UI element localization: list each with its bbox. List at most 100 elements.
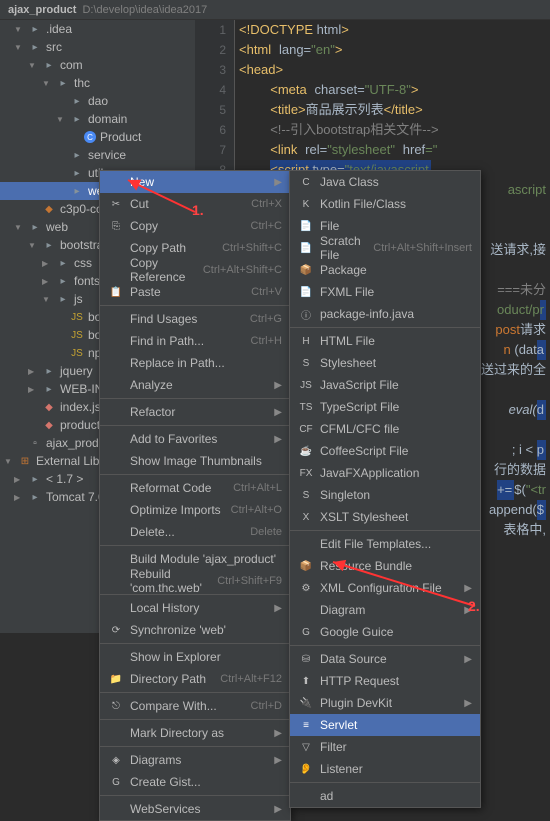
menu-item-delete-[interactable]: Delete...Delete: [100, 521, 290, 543]
context-menu-main[interactable]: New▶✂CutCtrl+X⎘CopyCtrl+CCopy PathCtrl+S…: [99, 170, 291, 821]
menu-item-label: TypeScript File: [320, 400, 472, 414]
tree-item-dao[interactable]: ▸dao: [0, 92, 195, 110]
menu-item-analyze[interactable]: Analyze▶: [100, 374, 290, 396]
menu-item-filter[interactable]: ▽Filter: [290, 736, 480, 758]
menu-item-icon: K: [298, 196, 314, 212]
tree-arrow-icon: ▼: [14, 25, 24, 34]
menu-item-new[interactable]: New▶: [100, 171, 290, 193]
menu-shortcut: Ctrl+Alt+Shift+Insert: [373, 242, 472, 254]
menu-item-icon: 📦: [298, 558, 314, 574]
menu-item-label: Plugin DevKit: [320, 696, 464, 710]
menu-item-label: Synchronize 'web': [130, 623, 282, 637]
menu-item-icon: TS: [298, 399, 314, 415]
menu-item-icon: G: [298, 624, 314, 640]
menu-item-find-usages[interactable]: Find UsagesCtrl+G: [100, 308, 290, 330]
menu-item-file[interactable]: 📄File: [290, 215, 480, 237]
menu-item-show-image-thumbnails[interactable]: Show Image Thumbnails: [100, 450, 290, 472]
menu-separator: [290, 782, 480, 783]
menu-item-directory-path[interactable]: 📁Directory PathCtrl+Alt+F12: [100, 668, 290, 690]
menu-item-http-request[interactable]: ⬆HTTP Request: [290, 670, 480, 692]
menu-item-add-to-favorites[interactable]: Add to Favorites▶: [100, 428, 290, 450]
menu-item-xslt-stylesheet[interactable]: XXSLT Stylesheet: [290, 506, 480, 528]
menu-separator: [100, 719, 290, 720]
menu-item-plugin-devkit[interactable]: 🔌Plugin DevKit▶: [290, 692, 480, 714]
menu-item-label: Add to Favorites: [130, 432, 274, 446]
menu-item-refactor[interactable]: Refactor▶: [100, 401, 290, 423]
menu-item-replace-in-path-[interactable]: Replace in Path...: [100, 352, 290, 374]
menu-item-data-source[interactable]: ⛁Data Source▶: [290, 648, 480, 670]
menu-item-icon: [298, 536, 314, 552]
js-icon: JS: [70, 346, 84, 360]
menu-shortcut: Ctrl+C: [251, 220, 282, 232]
tree-item-src[interactable]: ▼▸src: [0, 38, 195, 56]
tree-item--idea[interactable]: ▼▸.idea: [0, 20, 195, 38]
menu-item-typescript-file[interactable]: TS TypeScript File: [290, 396, 480, 418]
menu-item-icon: [108, 333, 124, 349]
menu-item-singleton[interactable]: SSingleton: [290, 484, 480, 506]
menu-item-package-info-java[interactable]: ⓘpackage-info.java: [290, 303, 480, 325]
menu-item-html-file[interactable]: HHTML File: [290, 330, 480, 352]
menu-item-stylesheet[interactable]: SStylesheet: [290, 352, 480, 374]
menu-item-resource-bundle[interactable]: 📦Resource Bundle: [290, 555, 480, 577]
menu-item-kotlin-file-class[interactable]: KKotlin File/Class: [290, 193, 480, 215]
folder-icon: ▸: [28, 40, 42, 54]
menu-item-diagram[interactable]: Diagram▶: [290, 599, 480, 621]
tree-item-product[interactable]: C Product: [0, 128, 195, 146]
menu-item-optimize-imports[interactable]: Optimize ImportsCtrl+Alt+O: [100, 499, 290, 521]
submenu-arrow-icon: ▶: [274, 603, 282, 614]
menu-item-javascript-file[interactable]: JSJavaScript File: [290, 374, 480, 396]
menu-item-synchronize-web-[interactable]: ⟳Synchronize 'web': [100, 619, 290, 641]
menu-item-rebuild-com-thc-web-[interactable]: Rebuild 'com.thc.web'Ctrl+Shift+F9: [100, 570, 290, 592]
menu-item-icon: ≡: [298, 717, 314, 733]
menu-item-label: Refactor: [130, 405, 274, 419]
menu-item-label: Package: [320, 263, 472, 277]
tree-label: Product: [100, 130, 141, 144]
tree-item-thc[interactable]: ▼▸thc: [0, 74, 195, 92]
menu-item-listener[interactable]: 👂Listener: [290, 758, 480, 780]
folder-icon: ▸: [70, 166, 84, 180]
menu-item-copy-reference[interactable]: Copy ReferenceCtrl+Alt+Shift+C: [100, 259, 290, 281]
line-number: 4: [195, 80, 234, 100]
submenu-arrow-icon: ▶: [274, 804, 282, 815]
menu-item-webservices[interactable]: WebServices▶: [100, 798, 290, 820]
menu-item-diagrams[interactable]: ◈Diagrams▶: [100, 749, 290, 771]
menu-separator: [290, 645, 480, 646]
menu-item-show-in-explorer[interactable]: Show in Explorer: [100, 646, 290, 668]
tree-item-service[interactable]: ▸service: [0, 146, 195, 164]
titlebar: ajax_product D:\develop\idea\idea2017: [0, 0, 550, 20]
menu-item-coffeescript-file[interactable]: ☕CoffeeScript File: [290, 440, 480, 462]
menu-item-label: Rebuild 'com.thc.web': [130, 567, 217, 595]
menu-item-reformat-code[interactable]: Reformat CodeCtrl+Alt+L: [100, 477, 290, 499]
menu-item-local-history[interactable]: Local History▶: [100, 597, 290, 619]
menu-item-fxml-file[interactable]: 📄FXML File: [290, 281, 480, 303]
menu-item-servlet[interactable]: ≡Servlet: [290, 714, 480, 736]
menu-item-compare-with-[interactable]: ⎋Compare With...Ctrl+D: [100, 695, 290, 717]
menu-item-paste[interactable]: 📋PasteCtrl+V: [100, 281, 290, 303]
menu-item-icon: ⬆: [298, 673, 314, 689]
menu-item-icon: [298, 602, 314, 618]
menu-item-label: Find Usages: [130, 312, 250, 326]
menu-item-create-gist-[interactable]: GCreate Gist...: [100, 771, 290, 793]
menu-item-edit-file-templates-[interactable]: Edit File Templates...: [290, 533, 480, 555]
menu-item-java-class[interactable]: CJava Class: [290, 171, 480, 193]
menu-separator: [100, 692, 290, 693]
class-icon: C: [84, 131, 96, 143]
menu-separator: [100, 425, 290, 426]
menu-item-xml-configuration-file[interactable]: ⚙XML Configuration File▶: [290, 577, 480, 599]
tree-item-domain[interactable]: ▼▸domain: [0, 110, 195, 128]
menu-item-find-in-path-[interactable]: Find in Path...Ctrl+H: [100, 330, 290, 352]
menu-item-google-guice[interactable]: GGoogle Guice: [290, 621, 480, 643]
menu-item-icon: 📄: [298, 218, 314, 234]
menu-item-copy[interactable]: ⎘CopyCtrl+C: [100, 215, 290, 237]
menu-item-scratch-file[interactable]: 📄Scratch FileCtrl+Alt+Shift+Insert: [290, 237, 480, 259]
tree-item-com[interactable]: ▼▸com: [0, 56, 195, 74]
menu-item-javafxapplication[interactable]: FXJavaFXApplication: [290, 462, 480, 484]
menu-item-mark-directory-as[interactable]: Mark Directory as▶: [100, 722, 290, 744]
menu-item-cfml-cfc-file[interactable]: CFCFML/CFC file: [290, 418, 480, 440]
menu-item-ad[interactable]: ad: [290, 785, 480, 807]
tree-arrow-icon: ▼: [56, 115, 66, 124]
menu-item-package[interactable]: 📦Package: [290, 259, 480, 281]
submenu-arrow-icon: ▶: [464, 698, 472, 709]
context-menu-new[interactable]: CJava ClassKKotlin File/Class📄File📄Scrat…: [289, 170, 481, 808]
menu-separator: [100, 746, 290, 747]
